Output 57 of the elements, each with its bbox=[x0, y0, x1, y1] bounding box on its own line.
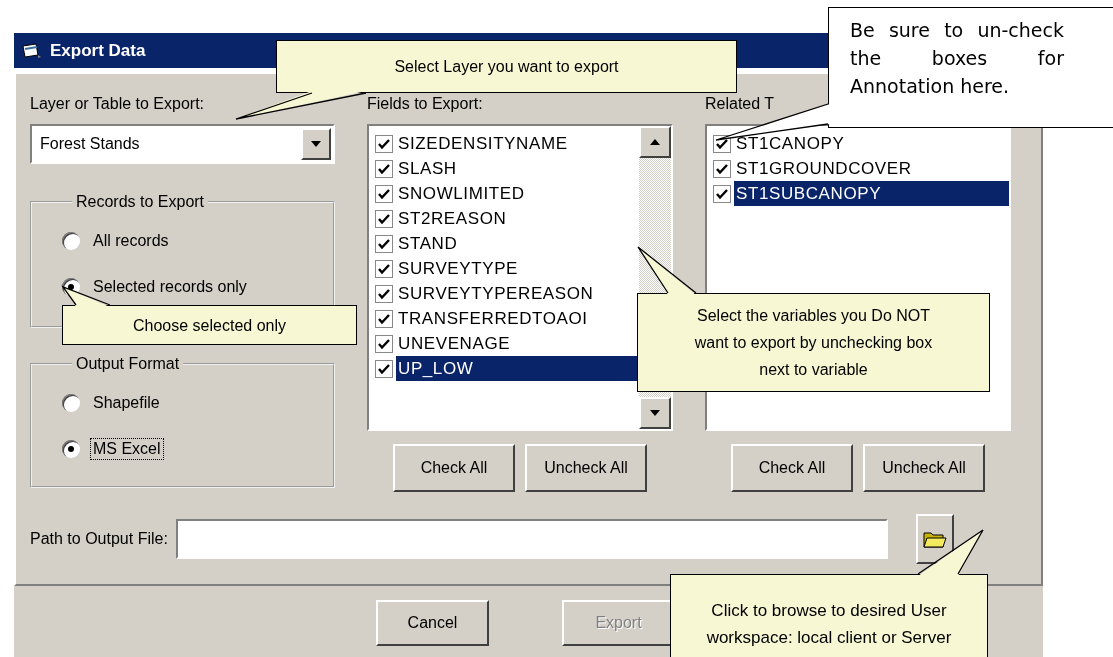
list-item[interactable]: SIZEDENSITYNAME bbox=[396, 131, 639, 156]
checkbox[interactable] bbox=[375, 309, 393, 328]
list-item[interactable]: UP_LOW bbox=[396, 356, 639, 381]
list-item[interactable]: ST1CANOPY bbox=[734, 131, 1009, 156]
callout-text: Click to browse to desired User workspace: local client or Server bbox=[705, 600, 953, 649]
cancel-button[interactable]: Cancel bbox=[376, 600, 489, 646]
check-all-button[interactable]: Check All bbox=[393, 444, 515, 492]
layer-dropdown[interactable]: Forest Stands bbox=[30, 124, 335, 164]
list-label: Fields to Export: bbox=[367, 94, 483, 114]
list-item[interactable]: ST1SUBCANOPY bbox=[734, 181, 1009, 206]
browse-button[interactable] bbox=[915, 514, 954, 564]
list-item[interactable]: UNEVENAGE bbox=[396, 331, 639, 356]
checkbox[interactable] bbox=[713, 159, 731, 178]
checkbox[interactable] bbox=[375, 184, 393, 203]
callout-text: Select the variables you Do NOT want to export by unchecking box next to variable bbox=[693, 306, 934, 380]
uncheck-all-button[interactable]: Uncheck All bbox=[525, 444, 647, 492]
layer-label: Layer or Table to Export: bbox=[30, 94, 205, 114]
radio-label[interactable]: Shapefile bbox=[90, 392, 163, 414]
dropdown-arrow-icon bbox=[311, 141, 321, 147]
path-input-field[interactable] bbox=[175, 519, 888, 559]
callout-text: Choose selected only bbox=[133, 315, 286, 336]
radio-button[interactable] bbox=[62, 440, 80, 458]
path-label: Path to Output File: bbox=[30, 529, 168, 549]
checkbox[interactable] bbox=[375, 234, 393, 253]
scroll-down-icon bbox=[650, 410, 660, 416]
checkbox[interactable] bbox=[375, 209, 393, 228]
callout-text: Select Layer you want to export bbox=[394, 57, 619, 77]
list-item[interactable]: SLASH bbox=[396, 156, 639, 181]
window-title: Export Data bbox=[50, 40, 146, 61]
checkbox[interactable] bbox=[375, 259, 393, 278]
list-item[interactable]: TRANSFERREDTOAOI bbox=[396, 306, 639, 331]
check-all-button[interactable]: Check All bbox=[731, 444, 853, 492]
radio-button[interactable] bbox=[62, 232, 80, 250]
list-item[interactable]: STAND bbox=[396, 231, 639, 256]
radio-label[interactable]: Selected records only bbox=[90, 276, 250, 298]
checkbox[interactable] bbox=[375, 134, 393, 153]
scroll-up-icon bbox=[650, 139, 660, 145]
radio-label[interactable]: MS Excel bbox=[90, 438, 164, 460]
folder-icon bbox=[922, 529, 947, 549]
list-label: Related T bbox=[705, 94, 775, 114]
list-item[interactable]: SURVEYTYPEREASON bbox=[396, 281, 639, 306]
window-icon bbox=[22, 42, 42, 59]
checkbox[interactable] bbox=[375, 359, 393, 378]
callout-text: Be sure to un-check the boxes for Annotation here. bbox=[850, 18, 1064, 99]
group-title: Output Format bbox=[75, 354, 181, 374]
list-item[interactable]: SNOWLIMITED bbox=[396, 181, 639, 206]
checkbox[interactable] bbox=[713, 184, 731, 203]
checkbox[interactable] bbox=[375, 159, 393, 178]
checkbox[interactable] bbox=[375, 284, 393, 303]
radio-label[interactable]: All records bbox=[90, 230, 172, 252]
checkbox[interactable] bbox=[375, 334, 393, 353]
list-item[interactable]: SURVEYTYPE bbox=[396, 256, 639, 281]
list-item[interactable]: ST2REASON bbox=[396, 206, 639, 231]
list-item[interactable]: ST1GROUNDCOVER bbox=[734, 156, 1009, 181]
uncheck-all-button[interactable]: Uncheck All bbox=[863, 444, 985, 492]
radio-button[interactable] bbox=[62, 394, 80, 412]
group-title: Records to Export bbox=[75, 192, 206, 212]
